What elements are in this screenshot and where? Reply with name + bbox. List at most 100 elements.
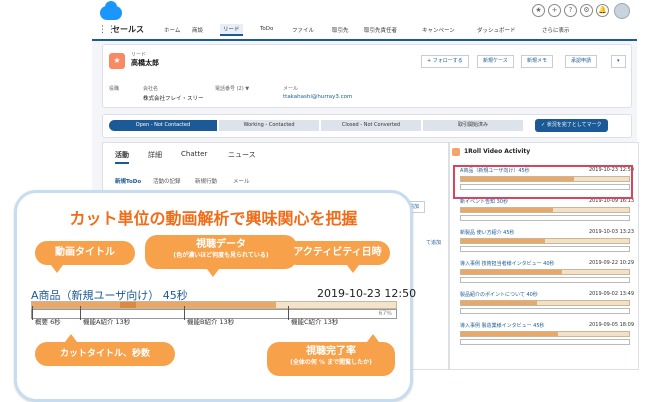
video-date: 2019-09-05 18:09 (588, 322, 634, 328)
nav-accounts[interactable]: 取引先 (332, 26, 349, 34)
app-launcher-icon[interactable]: ⋮⋮ (98, 25, 116, 35)
subtab-new-event[interactable]: 新規行動 (195, 177, 217, 185)
segment-tick (32, 306, 33, 320)
video-date: 2019-10-03 13:23 (588, 229, 634, 235)
tab-details[interactable]: 詳細 (148, 150, 162, 160)
tab-activity[interactable]: 活動 (115, 150, 129, 164)
video-app-icon (452, 148, 460, 156)
nav-home[interactable]: ホーム (164, 26, 180, 34)
video-title[interactable]: 導入事例 製造業様インタビュー 45秒 (460, 322, 545, 329)
nav-contacts[interactable]: 取引先責任者 (364, 26, 397, 34)
view-heat-fill (461, 332, 559, 336)
path-step-working[interactable]: Working - Contacted (219, 120, 319, 131)
video-activity-row[interactable]: 導入事例 製造業様インタビュー 45秒 2019-09-05 18:09 (460, 322, 634, 352)
path-step-converted[interactable]: 取引開始済み (423, 120, 523, 131)
cut-segment-bar (460, 215, 630, 221)
nav-bar: ⋮⋮ セールス ホーム 商談 リード ToDo ファイル 取引先 取引先責任者 … (92, 22, 637, 41)
nav-files[interactable]: ファイル (292, 26, 314, 34)
video-title[interactable]: 新イベント告知 30秒 (460, 198, 508, 205)
nav-todo[interactable]: ToDo (260, 26, 273, 32)
nav-campaigns[interactable]: キャンペーン (422, 26, 455, 34)
video-activity-row[interactable]: 導入事例 技術担当者様インタビュー 40秒 2019-09-22 10:29 (460, 260, 634, 290)
record-type: リード (131, 52, 147, 58)
label-completion-sub: (全体の何 % まで閲覧したか) (290, 359, 372, 366)
video-activity-row[interactable]: 新製品 使い方紹介 45秒 2019-10-03 13:23 (460, 229, 634, 259)
video-activity-panel: 1Roll Video Activity A商品（新規ユーザ向け）45秒 2019… (449, 142, 639, 370)
favorites-icon[interactable]: ★ (532, 4, 545, 17)
settings-icon[interactable]: ⚙ (580, 4, 593, 17)
cut-segment-bar (460, 339, 630, 345)
cut-segment-bar (460, 246, 630, 252)
more-actions-icon[interactable]: ▾ (611, 55, 626, 68)
add-link[interactable]: て追加 (426, 239, 441, 246)
view-heat-bar (31, 301, 397, 309)
mark-status-label: 状況を完了としてマーク (546, 122, 602, 128)
view-heat-bar (460, 300, 630, 306)
video-title[interactable]: 製品紹介のポイントについて 40秒 (460, 291, 538, 298)
segment-label: 概要 6秒 (35, 318, 61, 326)
label-view-data-main: 視聴データ (196, 239, 246, 250)
view-heat-bar (460, 331, 630, 337)
lead-icon: ★ (109, 53, 125, 69)
segment-label: 機能C紹介 13秒 (291, 318, 339, 326)
global-header: ★ + ? ⚙ 🔔 (92, 0, 637, 22)
help-icon[interactable]: ? (564, 4, 577, 17)
new-note-button[interactable]: 新規メモ (521, 55, 554, 68)
segment-label: 機能B紹介 13秒 (187, 318, 235, 326)
segment-tick (184, 306, 185, 320)
user-avatar[interactable] (614, 3, 630, 19)
pointer-activity-date (347, 265, 359, 273)
video-activity-row[interactable]: 製品紹介のポイントについて 40秒 2019-09-02 13:49 (460, 291, 634, 321)
view-heat-bar (460, 207, 630, 213)
video-date: 2019-09-02 13:49 (588, 291, 634, 297)
video-title[interactable]: 新製品 使い方紹介 45秒 (460, 229, 515, 236)
view-heat-fill (461, 208, 554, 212)
label-view-data: 視聴データ (色が濃いほど何度も見られている) (145, 235, 297, 269)
highlight-box (453, 165, 633, 199)
pointer-cut-title (65, 334, 77, 342)
view-heat-fill (32, 302, 276, 308)
label-completion-main: 視聴完了率 (306, 346, 356, 357)
company-value: 株式会社フレイ・スリー (143, 96, 204, 102)
segment-tick (80, 306, 81, 320)
new-case-button[interactable]: 新規ケース (477, 55, 514, 68)
record-name: 高橋太郎 (131, 59, 159, 67)
callout-title: カット単位の動画解析で興味関心を把握 (69, 209, 358, 228)
tab-news[interactable]: ニュース (228, 150, 256, 160)
phone-label: 電話番号 (2) ▼ (215, 86, 250, 92)
app-name: セールス (112, 25, 144, 34)
view-heat-fill (461, 270, 562, 274)
subtab-email[interactable]: メール (233, 177, 250, 185)
add-icon[interactable]: + (548, 4, 561, 17)
nav-more[interactable]: さらに表示 (542, 26, 570, 34)
email-label: メール (283, 86, 299, 92)
nav-opportunities[interactable]: 商談 (192, 26, 203, 34)
mark-status-button[interactable]: ✓ 状況を完了としてマーク (535, 119, 608, 132)
notifications-icon[interactable]: 🔔 (596, 4, 609, 17)
path-step-closed[interactable]: Closed - Not Converted (321, 120, 421, 131)
label-view-data-sub: (色が濃いほど何度も見られている) (173, 252, 269, 259)
label-completion: 視聴完了率 (全体の何 % まで閲覧したか) (267, 342, 395, 376)
video-title[interactable]: 導入事例 技術担当者様インタビュー 40秒 (460, 260, 555, 267)
tab-chatter[interactable]: Chatter (181, 150, 207, 158)
pointer-video-title (51, 265, 63, 273)
cut-segment-bar (460, 308, 630, 314)
subtab-log-activity[interactable]: 活動の記録 (153, 177, 181, 185)
path-step-open[interactable]: Open - Not Contacted (109, 120, 217, 131)
completion-percent: 67% (378, 310, 392, 317)
lead-path: Open - Not Contacted Working - Contacted… (102, 114, 632, 138)
cut-segment-bar (460, 277, 630, 283)
nav-dashboards[interactable]: ダッシュボード (477, 26, 516, 34)
view-heat-bar (460, 238, 630, 244)
approval-button[interactable]: 承認申請 (565, 55, 598, 68)
record-header: ★ リード 高橋太郎 + フォローする 新規ケース 新規メモ 承認申請 ▾ 役職… (102, 44, 632, 108)
subtab-new-todo[interactable]: 新規ToDo (115, 177, 141, 185)
nav-leads[interactable]: リード (220, 24, 243, 36)
view-heat-dense (120, 302, 136, 308)
segment-tick (288, 306, 289, 320)
label-cut-title: カットタイトル、秒数 (35, 342, 175, 366)
email-value[interactable]: ttakahashi@hurray3.com (283, 94, 352, 100)
follow-button[interactable]: + フォローする (421, 55, 469, 68)
view-heat-fill (461, 301, 537, 305)
video-activity-row[interactable]: 新イベント告知 30秒 2019-10-09 16:13 (460, 198, 634, 228)
